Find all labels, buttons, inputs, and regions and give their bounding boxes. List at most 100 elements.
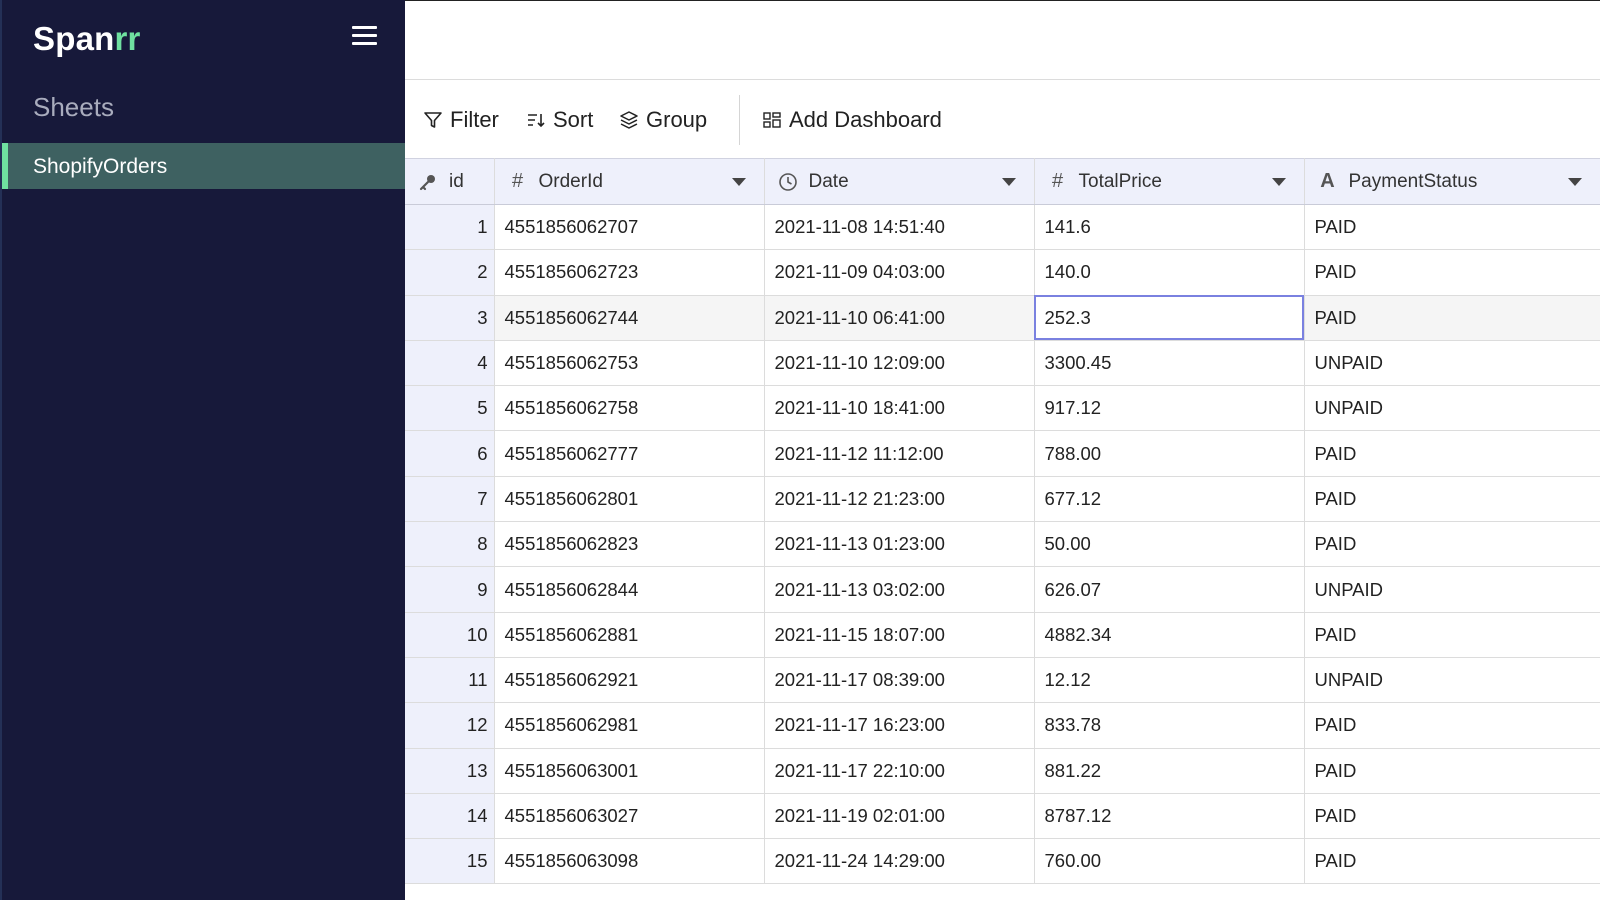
table-row: 9 4551856062844 2021-11-13 03:02:00 626.… xyxy=(405,566,1600,613)
column-header-paymentstatus[interactable]: A PaymentStatus xyxy=(1304,158,1600,205)
date-cell[interactable]: 2021-11-17 16:23:00 xyxy=(764,702,1035,749)
row-id-cell[interactable]: 2 xyxy=(405,249,495,296)
orderid-cell[interactable]: 4551856062921 xyxy=(494,657,765,704)
paymentstatus-cell[interactable]: UNPAID xyxy=(1304,385,1600,432)
row-id-cell[interactable]: 13 xyxy=(405,748,495,794)
row-id-cell[interactable]: 7 xyxy=(405,476,495,523)
orderid-cell[interactable]: 4551856062823 xyxy=(494,521,765,568)
paymentstatus-cell[interactable]: UNPAID xyxy=(1304,566,1600,613)
row-id-cell[interactable]: 8 xyxy=(405,521,495,568)
date-cell[interactable]: 2021-11-12 11:12:00 xyxy=(764,430,1035,477)
totalprice-cell[interactable]: 833.78 xyxy=(1034,702,1305,749)
paymentstatus-cell[interactable]: PAID xyxy=(1304,295,1600,341)
date-cell[interactable]: 2021-11-13 01:23:00 xyxy=(764,521,1035,568)
paymentstatus-cell[interactable]: PAID xyxy=(1304,204,1600,251)
table-row: 5 4551856062758 2021-11-10 18:41:00 917.… xyxy=(405,385,1600,432)
orderid-cell[interactable]: 4551856062723 xyxy=(494,249,765,296)
key-icon xyxy=(417,172,439,192)
date-cell[interactable]: 2021-11-15 18:07:00 xyxy=(764,612,1035,658)
date-cell[interactable]: 2021-11-10 06:41:00 xyxy=(764,295,1035,341)
chevron-down-icon[interactable] xyxy=(724,177,754,186)
paymentstatus-cell[interactable]: PAID xyxy=(1304,748,1600,794)
paymentstatus-cell[interactable]: UNPAID xyxy=(1304,657,1600,704)
paymentstatus-cell[interactable]: PAID xyxy=(1304,838,1600,885)
hamburger-menu-icon[interactable] xyxy=(348,22,382,52)
row-id-cell[interactable]: 10 xyxy=(405,612,495,658)
table-row: 13 4551856063001 2021-11-17 22:10:00 881… xyxy=(405,748,1600,794)
orderid-cell[interactable]: 4551856062753 xyxy=(494,340,765,387)
paymentstatus-cell[interactable]: PAID xyxy=(1304,793,1600,840)
row-id-cell[interactable]: 14 xyxy=(405,793,495,840)
totalprice-cell[interactable]: 760.00 xyxy=(1034,838,1305,885)
orderid-cell[interactable]: 4551856062758 xyxy=(494,385,765,432)
totalprice-cell[interactable]: 677.12 xyxy=(1034,476,1305,523)
date-cell[interactable]: 2021-11-10 12:09:00 xyxy=(764,340,1035,387)
column-header-date[interactable]: Date xyxy=(764,158,1035,205)
paymentstatus-cell[interactable]: PAID xyxy=(1304,612,1600,658)
paymentstatus-cell[interactable]: PAID xyxy=(1304,430,1600,477)
date-cell[interactable]: 2021-11-17 08:39:00 xyxy=(764,657,1035,704)
orderid-cell[interactable]: 4551856062844 xyxy=(494,566,765,613)
paymentstatus-cell[interactable]: UNPAID xyxy=(1304,340,1600,387)
column-label: PaymentStatus xyxy=(1348,170,1478,192)
paymentstatus-cell[interactable]: PAID xyxy=(1304,249,1600,296)
orderid-cell[interactable]: 4551856062744 xyxy=(494,295,765,341)
column-header-orderid[interactable]: # OrderId xyxy=(494,158,765,205)
selected-cell[interactable]: 252.3 xyxy=(1034,295,1305,341)
date-cell[interactable]: 2021-11-17 22:10:00 xyxy=(764,748,1035,794)
row-id-cell[interactable]: 12 xyxy=(405,702,495,749)
orderid-cell[interactable]: 4551856063001 xyxy=(494,748,765,794)
totalprice-cell[interactable]: 141.6 xyxy=(1034,204,1305,251)
orderid-cell[interactable]: 4551856062777 xyxy=(494,430,765,477)
sort-button[interactable]: Sort xyxy=(526,105,593,135)
totalprice-cell[interactable]: 788.00 xyxy=(1034,430,1305,477)
chevron-down-icon[interactable] xyxy=(1264,177,1294,186)
top-bar xyxy=(405,0,1600,80)
row-id-cell[interactable]: 9 xyxy=(405,566,495,613)
date-cell[interactable]: 2021-11-24 14:29:00 xyxy=(764,838,1035,885)
chevron-down-icon[interactable] xyxy=(994,177,1024,186)
orderid-cell[interactable]: 4551856062707 xyxy=(494,204,765,251)
orderid-cell[interactable]: 4551856063098 xyxy=(494,838,765,885)
row-id-cell[interactable]: 3 xyxy=(405,295,495,341)
date-cell[interactable]: 2021-11-13 03:02:00 xyxy=(764,566,1035,613)
column-label: OrderId xyxy=(538,170,603,192)
column-header-id[interactable]: id xyxy=(405,158,495,205)
totalprice-cell[interactable]: 881.22 xyxy=(1034,748,1305,794)
orderid-cell[interactable]: 4551856062801 xyxy=(494,476,765,523)
date-cell[interactable]: 2021-11-08 14:51:40 xyxy=(764,204,1035,251)
totalprice-cell[interactable]: 12.12 xyxy=(1034,657,1305,704)
paymentstatus-cell[interactable]: PAID xyxy=(1304,476,1600,523)
date-cell[interactable]: 2021-11-09 04:03:00 xyxy=(764,249,1035,296)
orderid-cell[interactable]: 4551856063027 xyxy=(494,793,765,840)
row-id-cell[interactable]: 11 xyxy=(405,657,495,704)
chevron-down-icon[interactable] xyxy=(1560,177,1590,186)
group-button[interactable]: Group xyxy=(619,105,707,135)
orderid-cell[interactable]: 4551856062881 xyxy=(494,612,765,658)
sidebar-item-shopifyorders[interactable]: ShopifyOrders xyxy=(2,143,405,189)
totalprice-cell[interactable]: 4882.34 xyxy=(1034,612,1305,658)
paymentstatus-cell[interactable]: PAID xyxy=(1304,702,1600,749)
totalprice-cell[interactable]: 140.0 xyxy=(1034,249,1305,296)
orderid-cell[interactable]: 4551856062981 xyxy=(494,702,765,749)
date-cell[interactable]: 2021-11-12 21:23:00 xyxy=(764,476,1035,523)
row-id-cell[interactable]: 4 xyxy=(405,340,495,387)
main-panel: Filter Sort Group Add Dashboard id # Ord… xyxy=(405,0,1600,900)
row-id-cell[interactable]: 1 xyxy=(405,204,495,251)
totalprice-cell[interactable]: 8787.12 xyxy=(1034,793,1305,840)
date-cell[interactable]: 2021-11-19 02:01:00 xyxy=(764,793,1035,840)
row-id-cell[interactable]: 15 xyxy=(405,838,495,885)
paymentstatus-cell[interactable]: PAID xyxy=(1304,521,1600,568)
filter-button[interactable]: Filter xyxy=(423,105,499,135)
row-id-cell[interactable]: 6 xyxy=(405,430,495,477)
row-id-cell[interactable]: 5 xyxy=(405,385,495,432)
totalprice-cell[interactable]: 50.00 xyxy=(1034,521,1305,568)
table-row: 12 4551856062981 2021-11-17 16:23:00 833… xyxy=(405,702,1600,749)
totalprice-cell[interactable]: 3300.45 xyxy=(1034,340,1305,387)
sheets-heading: Sheets xyxy=(33,92,114,122)
date-cell[interactable]: 2021-11-10 18:41:00 xyxy=(764,385,1035,432)
add-dashboard-button[interactable]: Add Dashboard xyxy=(762,105,942,135)
totalprice-cell[interactable]: 626.07 xyxy=(1034,566,1305,613)
totalprice-cell[interactable]: 917.12 xyxy=(1034,385,1305,432)
column-header-totalprice[interactable]: # TotalPrice xyxy=(1034,158,1305,205)
